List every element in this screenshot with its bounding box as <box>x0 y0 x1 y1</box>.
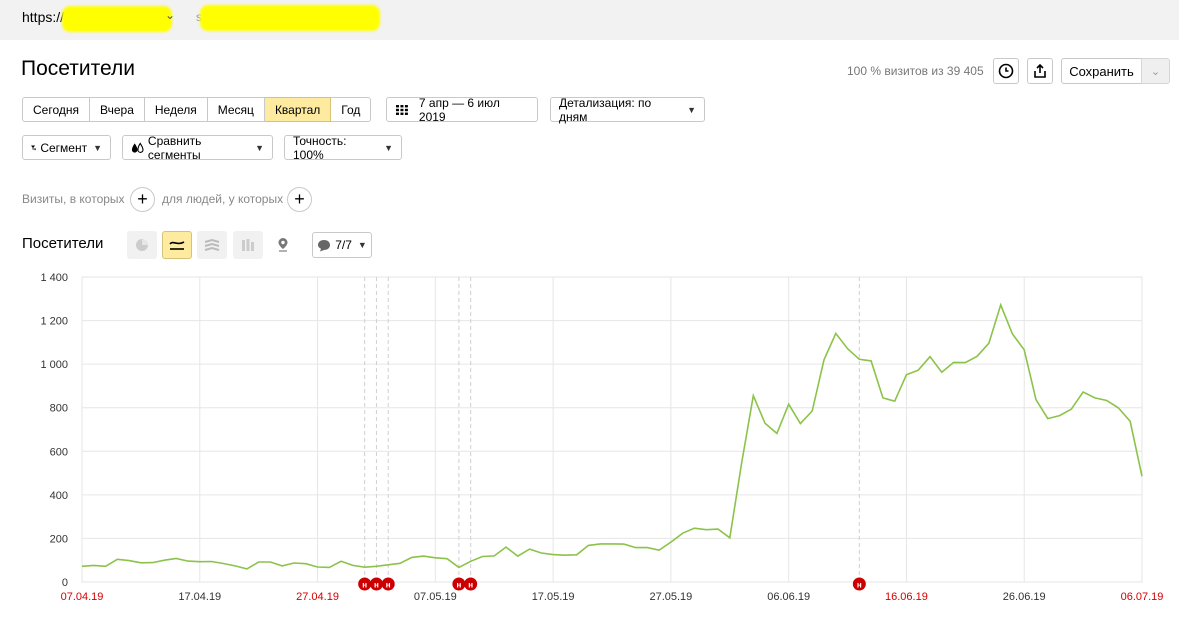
chevron-down-icon: ▼ <box>255 142 264 153</box>
redaction-mark <box>62 6 172 32</box>
pie-chart-type-button[interactable] <box>127 231 157 259</box>
save-button[interactable]: Сохранить <box>1061 58 1142 84</box>
export-button[interactable] <box>1027 58 1053 84</box>
redaction-mark <box>200 5 380 31</box>
notes-dropdown[interactable]: 7/7 ▼ <box>312 232 372 258</box>
x-tick-label: 26.06.19 <box>1003 591 1046 603</box>
date-range-label: 7 апр — 6 июл 2019 <box>418 95 500 124</box>
accuracy-dropdown[interactable]: Точность: 100% ▼ <box>284 133 402 162</box>
plot-frame <box>81 276 1143 583</box>
period-button[interactable]: Неделя <box>144 97 208 122</box>
pie-icon <box>136 239 148 251</box>
x-tick-label: 07.04.19 <box>61 591 104 603</box>
period-button[interactable]: Месяц <box>207 97 265 122</box>
y-tick-label: 1 400 <box>40 272 68 284</box>
stacked-chart-type-button[interactable] <box>197 231 227 259</box>
y-tick-label: 800 <box>50 403 68 415</box>
calendar-icon <box>395 104 408 115</box>
chevron-down-icon: ▼ <box>687 104 696 115</box>
note-marker-label: н <box>456 581 461 590</box>
chevron-down-icon: ▼ <box>93 142 102 153</box>
x-tick-label: 27.05.19 <box>649 591 692 603</box>
segment-label: Сегмент <box>40 140 88 155</box>
visits-condition-label: Визиты, в которых <box>22 192 125 206</box>
map-chart-type-button[interactable] <box>268 231 298 259</box>
period-selector: Сегодня Вчера Неделя Месяц Квартал Год <box>22 97 372 122</box>
x-tick-label: 17.05.19 <box>532 591 575 603</box>
detail-label: Детализация: по дням <box>559 95 652 124</box>
save-menu-button[interactable]: ⌄ <box>1141 58 1170 84</box>
drops-icon <box>131 141 144 153</box>
filter-icon <box>31 145 37 150</box>
comment-icon <box>318 239 331 251</box>
period-button[interactable]: Год <box>331 97 372 122</box>
y-tick-label: 0 <box>62 577 68 589</box>
compare-segments-dropdown[interactable]: Сравнить сегменты ▼ <box>122 133 273 162</box>
period-button[interactable]: Квартал <box>264 97 332 122</box>
stacked-area-icon <box>204 238 220 251</box>
note-marker-label: н <box>362 581 367 590</box>
chart-title: Посетители <box>22 235 104 252</box>
period-button[interactable]: Вчера <box>90 97 145 122</box>
history-button[interactable] <box>993 58 1019 84</box>
notes-count: 7/7 <box>335 238 352 252</box>
y-tick-label: 600 <box>50 446 68 458</box>
visits-note: 100 % визитов из 39 405 <box>847 64 984 78</box>
note-marker-label: н <box>857 581 862 590</box>
x-tick-label: 27.04.19 <box>296 591 339 603</box>
y-tick-label: 1 200 <box>40 316 68 328</box>
x-tick-label: 06.07.19 <box>1121 591 1164 603</box>
y-tick-label: 200 <box>50 533 68 545</box>
x-tick-label: 17.04.19 <box>178 591 221 603</box>
segment-dropdown[interactable]: Сегмент ▼ <box>22 135 111 160</box>
accuracy-label: Точность: 100% <box>293 133 347 162</box>
chevron-down-icon: ▼ <box>384 142 393 153</box>
plus-icon: + <box>294 189 305 209</box>
visitors-series-line <box>81 302 1143 570</box>
plus-icon: + <box>137 189 148 209</box>
y-tick-label: 400 <box>50 490 68 502</box>
clock-icon <box>998 63 1014 79</box>
y-tick-label: 1 000 <box>40 359 68 371</box>
share-icon <box>1034 63 1046 78</box>
page-title: Посетители <box>21 57 135 80</box>
bar-chart-type-button[interactable] <box>233 231 263 259</box>
note-marker-label: н <box>374 581 379 590</box>
visitors-line-chart: 0 200 400 600 800 1 000 1 200 1 400 07.04.19 17.0… <box>40 272 1164 603</box>
line-chart-type-button[interactable] <box>162 231 192 259</box>
detail-dropdown[interactable]: Детализация: по дням ▼ <box>550 95 705 124</box>
add-visit-condition-button[interactable]: + <box>130 187 155 212</box>
note-marker-label: н <box>386 581 391 590</box>
date-range-picker[interactable]: 7 апр — 6 июл 2019 <box>386 95 538 124</box>
line-chart-icon <box>169 241 185 250</box>
add-people-condition-button[interactable]: + <box>287 187 312 212</box>
map-pin-icon <box>278 238 288 252</box>
chevron-down-icon: ⌄ <box>1150 65 1161 78</box>
chevron-down-icon: ▼ <box>357 240 367 250</box>
note-marker-label: н <box>468 581 473 590</box>
period-button[interactable]: Сегодня <box>22 97 90 122</box>
top-bar: https://st ⌄ st <box>0 0 1179 40</box>
x-tick-label: 06.06.19 <box>767 591 810 603</box>
people-condition-label: для людей, у которых <box>162 192 284 206</box>
x-tick-label: 07.05.19 <box>414 591 457 603</box>
bar-chart-icon <box>242 239 254 251</box>
compare-label: Сравнить сегменты <box>147 133 202 162</box>
chevron-down-icon[interactable]: ⌄ <box>165 8 175 22</box>
x-tick-label: 16.06.19 <box>885 591 928 603</box>
